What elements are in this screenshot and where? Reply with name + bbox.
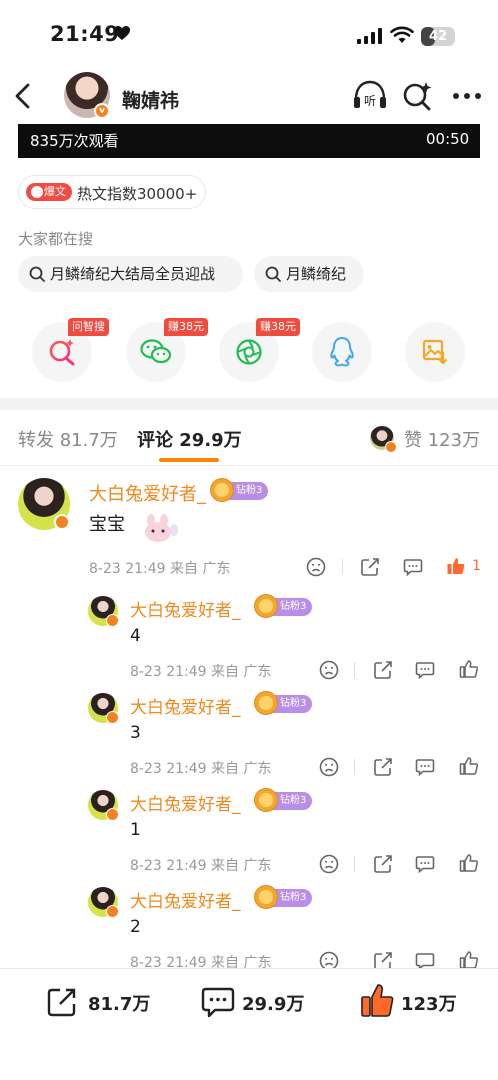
- reply-text: 2: [130, 917, 141, 937]
- reply-item: 大白兔爱好者_ 钻粉3 2 8-23 21:49 来自 广东: [68, 869, 498, 971]
- share-tag: 问智搜: [68, 318, 109, 336]
- reply-name[interactable]: 大白兔爱好者_: [130, 693, 241, 718]
- like-icon: [361, 984, 394, 1017]
- repost-icon[interactable]: [373, 951, 393, 968]
- signal-icon: [357, 28, 382, 44]
- reply-name[interactable]: 大白兔爱好者_: [130, 596, 241, 621]
- tab-like[interactable]: 赞 123万: [404, 426, 480, 452]
- repost-icon: [47, 988, 76, 1017]
- section-divider: [0, 398, 498, 410]
- comment-text: 宝宝: [89, 514, 125, 535]
- reply-meta: 8-23 21:49 来自 广东: [130, 955, 272, 971]
- comment-icon: [201, 987, 235, 1018]
- back-icon[interactable]: [12, 82, 34, 110]
- verified-badge: [106, 614, 119, 627]
- bottom-repost-count: 81.7万: [88, 994, 151, 1015]
- video-duration: 00:50: [426, 130, 470, 148]
- share-qq-button[interactable]: [312, 322, 372, 382]
- search-chip[interactable]: 月鳞绮纪大结局全员迎战: [18, 256, 243, 292]
- bottom-comment-count: 29.9万: [242, 994, 305, 1015]
- verified-badge: [54, 514, 70, 530]
- bottom-like-count: 123万: [401, 994, 457, 1015]
- wechat-icon: [140, 339, 172, 364]
- share-save-image-button[interactable]: [405, 322, 465, 382]
- search-chip[interactable]: 月鳞绮纪: [254, 256, 364, 292]
- dislike-face-icon[interactable]: [306, 557, 326, 577]
- tab-active-indicator: [159, 458, 219, 462]
- reply-text: 1: [130, 820, 141, 840]
- dislike-face-icon[interactable]: [319, 951, 339, 968]
- comment-meta: 8-23 21:49 来自 广东: [89, 561, 231, 577]
- fan-level-icon: [210, 478, 234, 502]
- share-tag: 赚38元: [164, 318, 208, 336]
- qq-icon: [330, 337, 354, 367]
- fan-level-icon: [254, 885, 278, 909]
- moments-icon: [236, 339, 262, 365]
- fan-badge: 钻粉3: [254, 594, 313, 618]
- search-sparkle-icon[interactable]: [402, 80, 434, 112]
- comment-icon[interactable]: [403, 557, 423, 577]
- reply-name[interactable]: 大白兔爱好者_: [130, 790, 241, 815]
- fan-level-icon: [254, 788, 278, 812]
- heart-icon: [114, 26, 130, 40]
- fan-level-icon: [254, 594, 278, 618]
- status-time: 21:49: [50, 22, 120, 46]
- comment-icon[interactable]: [415, 951, 435, 968]
- reply-list: 大白兔爱好者_ 钻粉3 4 8-23 21:49 来自 广东 大白兔爱好者_ 钻…: [68, 578, 498, 971]
- hot-index-text: 热文指数30000+: [77, 185, 198, 203]
- fan-level-icon: [254, 691, 278, 715]
- fire-icon: [31, 186, 43, 198]
- verified-badge: v: [94, 103, 110, 119]
- fan-badge: 钻粉3: [210, 478, 269, 502]
- fan-badge: 钻粉3: [254, 788, 313, 812]
- wifi-icon: [390, 26, 414, 43]
- search-icon: [265, 266, 281, 282]
- repost-icon[interactable]: [360, 557, 380, 577]
- reply-name[interactable]: 大白兔爱好者_: [130, 887, 241, 912]
- ask-search-icon: [49, 339, 75, 366]
- verified-badge: [106, 711, 119, 724]
- bottom-bar-divider: [0, 968, 498, 969]
- reply-item: 大白兔爱好者_ 钻粉3 3 8-23 21:49 来自 广东: [68, 675, 498, 777]
- search-chip-label: 月鳞绮纪大结局全员迎战: [50, 265, 216, 283]
- tab-repost[interactable]: 转发 81.7万: [18, 426, 118, 452]
- tab-comment[interactable]: 评论 29.9万: [137, 426, 242, 452]
- like-icon[interactable]: [446, 556, 466, 576]
- verified-badge: [106, 905, 119, 918]
- like-count: 1: [472, 558, 481, 574]
- reply-text: 4: [130, 626, 141, 646]
- commenter-name[interactable]: 大白兔爱好者_: [89, 480, 206, 506]
- action-divider: [342, 559, 343, 575]
- more-icon[interactable]: [452, 92, 482, 100]
- reply-text: 3: [130, 723, 141, 743]
- fan-badge: 钻粉3: [254, 691, 313, 715]
- tab-divider: [0, 465, 498, 466]
- reply-item: 大白兔爱好者_ 钻粉3 4 8-23 21:49 来自 广东: [68, 578, 498, 680]
- svg-text:听: 听: [364, 94, 376, 108]
- author-name[interactable]: 鞠婧祎: [122, 86, 179, 113]
- save-image-icon: [422, 339, 448, 365]
- listen-icon[interactable]: 听: [352, 79, 388, 111]
- video-views: 835万次观看: [30, 132, 119, 150]
- bunny-sticker-icon: [145, 514, 178, 542]
- verified-badge: [106, 808, 119, 821]
- battery-indicator: 42: [421, 27, 455, 46]
- search-icon: [29, 266, 45, 282]
- reply-item: 大白兔爱好者_ 钻粉3 1 8-23 21:49 来自 广东: [68, 772, 498, 874]
- fan-badge: 钻粉3: [254, 885, 313, 909]
- verified-badge: [385, 441, 397, 453]
- like-icon[interactable]: [459, 950, 479, 968]
- search-chip-label: 月鳞绮纪: [286, 265, 347, 283]
- search-section-label: 大家都在搜: [18, 230, 94, 248]
- share-tag: 赚38元: [256, 318, 300, 336]
